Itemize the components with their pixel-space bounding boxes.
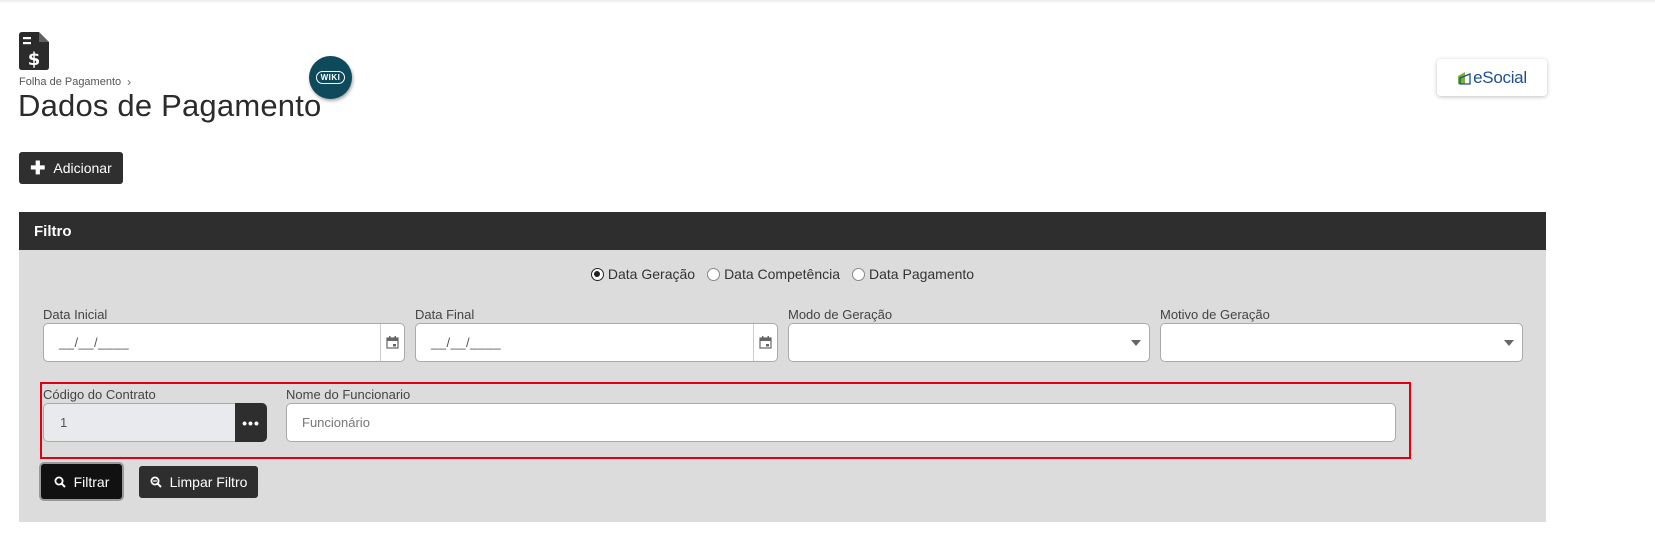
radio-button[interactable] <box>707 267 721 281</box>
codigo-contrato-input[interactable]: 1 <box>43 403 235 442</box>
document-dollar-icon: $ <box>19 32 49 70</box>
radio-label: Data Geração <box>607 266 696 282</box>
plus-icon: ✚ <box>30 158 46 178</box>
add-button-label: Adicionar <box>53 160 112 176</box>
data-inicial-label: Data Inicial <box>43 307 108 322</box>
codigo-contrato-field: 1 ••• <box>43 403 267 442</box>
modo-geracao-select[interactable] <box>788 323 1150 362</box>
data-final-label: Data Final <box>415 307 475 322</box>
caret-down-icon <box>1504 340 1514 346</box>
esocial-logo-icon <box>1458 71 1471 85</box>
radio-data-competencia[interactable]: Data Competência <box>707 266 840 282</box>
motivo-geracao-select[interactable] <box>1160 323 1523 362</box>
nome-funcionario-input[interactable] <box>286 403 1396 442</box>
page-title: Dados de Pagamento <box>18 88 322 123</box>
svg-text:$: $ <box>28 49 41 70</box>
search-icon <box>54 476 66 488</box>
calendar-icon[interactable] <box>380 324 404 361</box>
date-type-radio-group: Data Geração Data Competência Data Pagam… <box>19 266 1546 282</box>
chevron-right-icon: › <box>127 75 132 89</box>
ellipsis-icon[interactable]: ••• <box>235 403 267 442</box>
filtrar-label: Filtrar <box>73 473 110 490</box>
data-final-value: __/__/____ <box>431 335 502 350</box>
modo-geracao-label: Modo de Geração <box>788 307 893 322</box>
data-inicial-value: __/__/____ <box>59 335 130 350</box>
radio-label: Data Competência <box>724 266 841 282</box>
nome-funcionario-label: Nome do Funcionario <box>286 387 411 402</box>
codigo-contrato-label: Código do Contrato <box>43 387 156 402</box>
data-final-field[interactable]: __/__/____ <box>415 323 778 362</box>
radio-data-geracao[interactable]: Data Geração <box>590 266 696 282</box>
radio-label: Data Pagamento <box>869 266 975 282</box>
breadcrumb: Folha de Pagamento › <box>19 75 131 89</box>
limpar-filtro-label: Limpar Filtro <box>169 474 248 490</box>
filtrar-button[interactable]: Filtrar <box>41 464 122 499</box>
breadcrumb-folha-de-pagamento[interactable]: Folha de Pagamento <box>19 76 121 88</box>
add-button[interactable]: ✚ Adicionar <box>19 152 123 184</box>
esocial-label: eSocial <box>1473 67 1527 87</box>
caret-down-icon <box>1131 340 1141 346</box>
limpar-filtro-button[interactable]: Limpar Filtro <box>139 466 258 498</box>
wiki-button[interactable]: WIKI <box>309 56 352 99</box>
search-icon <box>150 476 162 488</box>
radio-button[interactable] <box>852 267 866 281</box>
radio-button-checked[interactable] <box>590 267 604 281</box>
data-inicial-field[interactable]: __/__/____ <box>43 323 405 362</box>
calendar-icon[interactable] <box>753 324 777 361</box>
wiki-icon: WIKI <box>315 71 346 84</box>
motivo-geracao-label: Motivo de Geração <box>1160 307 1270 322</box>
radio-data-pagamento[interactable]: Data Pagamento <box>852 266 974 282</box>
filter-header: Filtro <box>19 212 1546 250</box>
esocial-button[interactable]: eSocial <box>1437 59 1547 96</box>
topbar-shadow <box>0 0 1655 4</box>
